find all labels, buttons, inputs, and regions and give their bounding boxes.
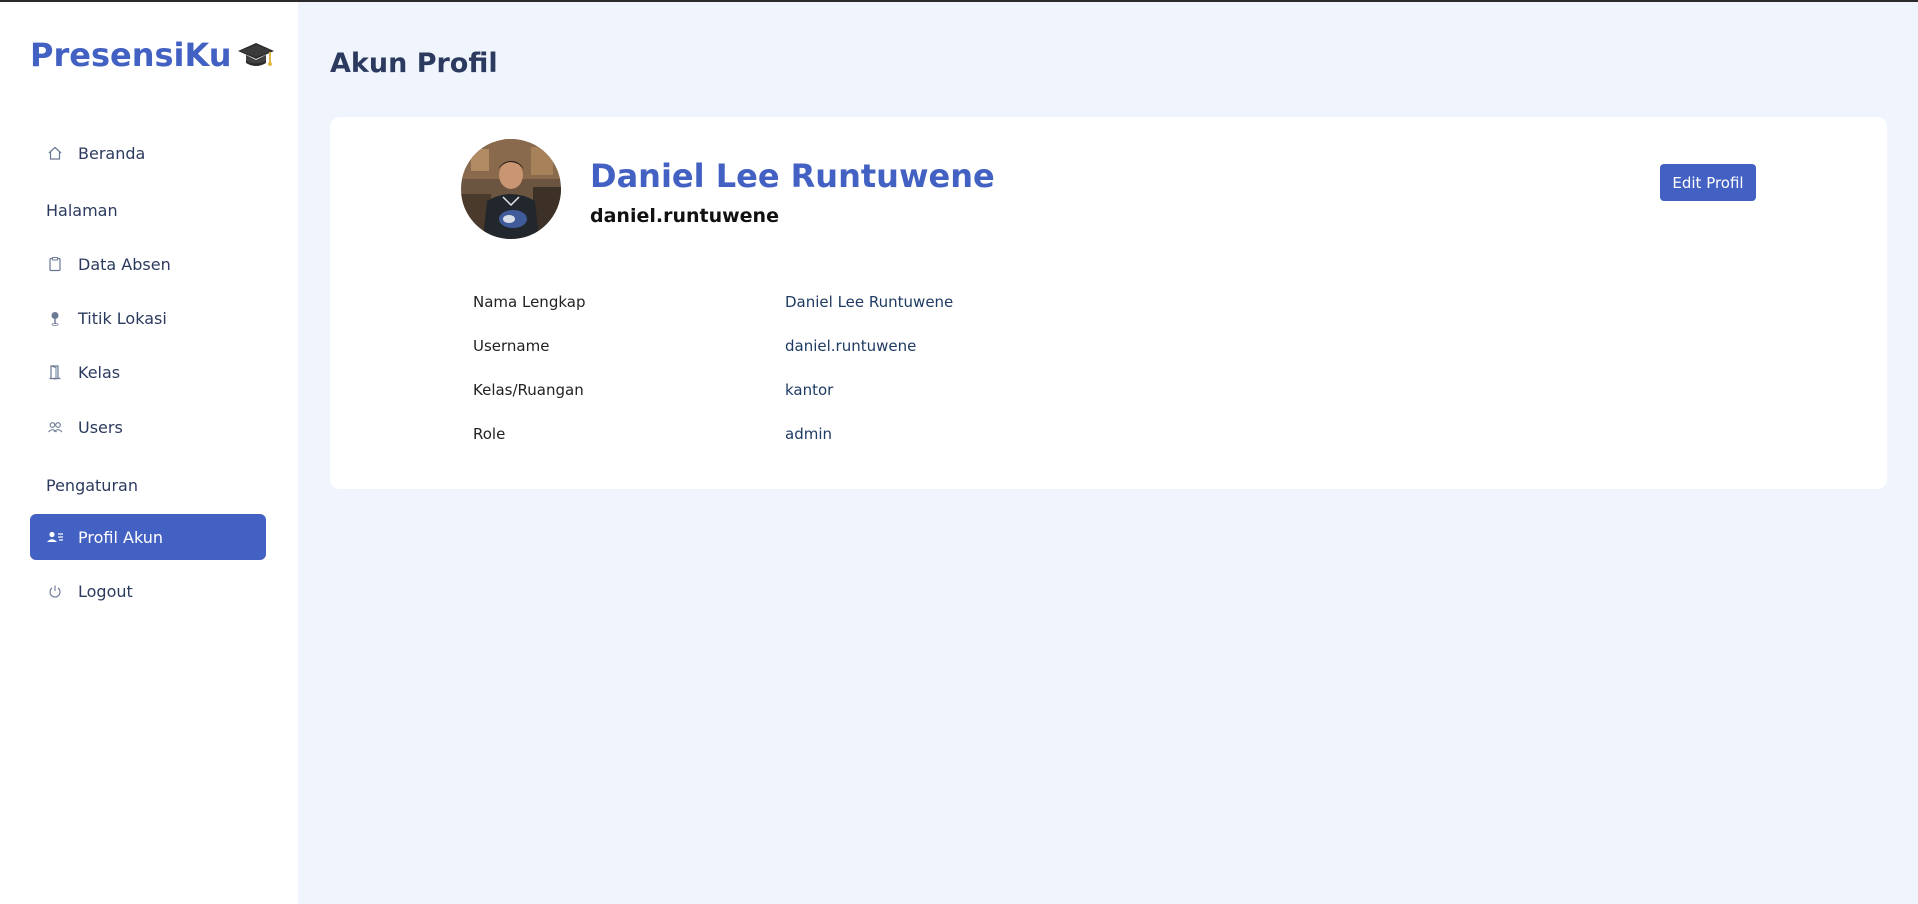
sidebar-item-kelas[interactable]: Kelas xyxy=(30,349,266,395)
detail-label: Username xyxy=(473,337,550,355)
detail-label: Kelas/Ruangan xyxy=(473,381,584,399)
sidebar-item-label: Profil Akun xyxy=(78,527,163,547)
page-title: Akun Profil xyxy=(330,48,498,79)
edit-profile-button[interactable]: Edit Profil xyxy=(1660,164,1756,201)
sidebar-section-pengaturan: Pengaturan xyxy=(46,476,138,495)
sidebar-section-halaman: Halaman xyxy=(46,201,118,220)
detail-row-kelas-ruangan: Kelas/Ruangan kantor xyxy=(473,381,1173,403)
profile-card-icon xyxy=(46,528,64,546)
sidebar-item-label: Kelas xyxy=(78,362,121,382)
detail-value: admin xyxy=(785,425,832,443)
sidebar-item-label: Data Absen xyxy=(78,254,171,274)
sidebar-item-label: Users xyxy=(78,417,123,437)
users-icon xyxy=(46,418,64,436)
profile-card: Daniel Lee Runtuwene daniel.runtuwene Ed… xyxy=(330,117,1887,489)
graduation-cap-icon xyxy=(237,43,274,66)
detail-label: Role xyxy=(473,425,506,443)
clipboard-icon xyxy=(46,255,64,273)
profile-username: daniel.runtuwene xyxy=(590,205,779,227)
sidebar-item-beranda[interactable]: Beranda xyxy=(30,130,266,176)
sidebar-item-data-absen[interactable]: Data Absen xyxy=(30,241,266,287)
sidebar-item-logout[interactable]: Logout xyxy=(30,568,266,614)
detail-row-username: Username daniel.runtuwene xyxy=(473,337,1173,359)
sidebar-item-titik-lokasi[interactable]: Titik Lokasi xyxy=(30,295,266,341)
brand-name: PresensiKu xyxy=(30,36,232,74)
detail-value: kantor xyxy=(785,381,834,399)
sidebar-item-label: Logout xyxy=(78,581,133,601)
detail-value: daniel.runtuwene xyxy=(785,337,917,355)
map-pin-icon xyxy=(46,309,64,327)
door-icon xyxy=(46,363,64,381)
sidebar-item-label: Titik Lokasi xyxy=(78,308,167,328)
sidebar-item-label: Beranda xyxy=(78,143,146,163)
power-icon xyxy=(46,582,64,600)
detail-value: Daniel Lee Runtuwene xyxy=(785,293,954,311)
sidebar: PresensiKu Beranda Halaman Data Absen Ti… xyxy=(0,0,298,904)
brand-logo[interactable]: PresensiKu xyxy=(30,36,276,74)
detail-label: Nama Lengkap xyxy=(473,293,586,311)
detail-row-role: Role admin xyxy=(473,425,1173,447)
sidebar-item-users[interactable]: Users xyxy=(30,404,266,450)
avatar xyxy=(461,139,561,239)
profile-full-name: Daniel Lee Runtuwene xyxy=(590,157,995,195)
detail-row-nama-lengkap: Nama Lengkap Daniel Lee Runtuwene xyxy=(473,293,1173,315)
home-icon xyxy=(46,144,64,162)
sidebar-item-profil-akun[interactable]: Profil Akun xyxy=(30,514,266,560)
window-top-border xyxy=(0,0,1918,2)
